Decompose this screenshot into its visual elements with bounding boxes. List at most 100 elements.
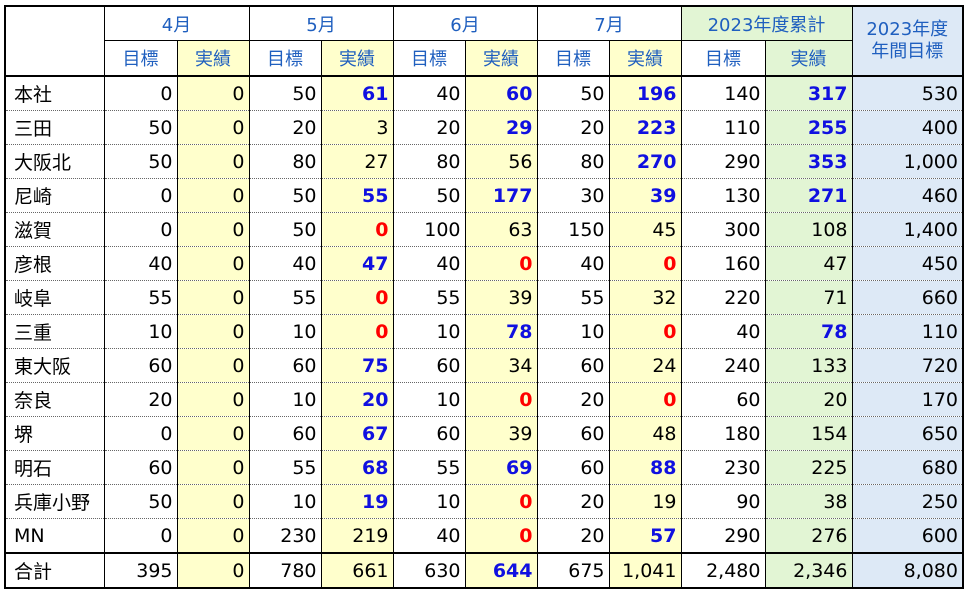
value-cell: 353 (764, 144, 852, 179)
table-row: 堺 0 0 60 67 60 39 60 48 180 154 650 (4, 416, 964, 451)
summary-table-container: 4月 5月 6月 7月 2023年度累計 2023年度 年間目標 目標 実績 目… (4, 5, 964, 589)
value-cell: 0 (176, 212, 249, 247)
value-cell: 8,080 (851, 552, 964, 589)
value-cell: 80 (248, 144, 321, 179)
value-cell: 0 (464, 518, 537, 553)
value-cell: 0 (176, 416, 249, 451)
value-cell: 20 (536, 484, 609, 519)
branch-name: 大阪北 (4, 144, 104, 179)
value-cell: 39 (464, 416, 537, 451)
value-cell: 270 (608, 144, 681, 179)
value-cell: 50 (248, 75, 321, 111)
value-cell: 0 (464, 246, 537, 281)
value-cell: 60 (536, 348, 609, 383)
value-cell: 55 (248, 450, 321, 485)
value-cell: 39 (464, 280, 537, 315)
value-cell: 675 (536, 552, 609, 589)
value-cell: 55 (392, 450, 465, 485)
value-cell: 130 (680, 178, 765, 213)
value-cell: 255 (764, 110, 852, 145)
value-cell: 20 (536, 518, 609, 553)
value-cell: 50 (248, 212, 321, 247)
value-cell: 180 (680, 416, 765, 451)
table-row: 彦根 40 0 40 47 40 0 40 0 160 47 450 (4, 246, 964, 281)
value-cell: 0 (103, 75, 177, 111)
value-cell: 19 (320, 484, 393, 519)
value-cell: 10 (103, 314, 177, 349)
value-cell: 0 (176, 314, 249, 349)
value-cell: 220 (680, 280, 765, 315)
annual-header-line1: 2023年度 (866, 19, 949, 40)
value-cell: 0 (320, 212, 393, 247)
branch-name: 明石 (4, 450, 104, 485)
value-cell: 250 (851, 484, 964, 519)
value-cell: 720 (851, 348, 964, 383)
value-cell: 395 (103, 552, 177, 589)
value-cell: 219 (320, 518, 393, 553)
value-cell: 100 (392, 212, 465, 247)
value-cell: 661 (320, 552, 393, 589)
value-cell: 20 (103, 382, 177, 417)
month-header: 5月 (248, 5, 393, 41)
value-cell: 60 (464, 75, 537, 111)
value-cell: 0 (103, 416, 177, 451)
value-cell: 50 (103, 484, 177, 519)
table-row: 岐阜 55 0 55 0 55 39 55 32 220 71 660 (4, 280, 964, 315)
value-cell: 2,346 (764, 552, 852, 589)
value-cell: 2,480 (680, 552, 765, 589)
value-cell: 230 (680, 450, 765, 485)
total-row: 合計 395 0 780 661 630 644 675 1,041 2,480 2,346 8,08… (4, 552, 964, 589)
value-cell: 0 (103, 178, 177, 213)
value-cell: 10 (392, 314, 465, 349)
value-cell: 160 (680, 246, 765, 281)
sales-target-table: 4月 5月 6月 7月 2023年度累計 2023年度 年間目標 目標 実績 目… (4, 5, 964, 589)
corner-cell (4, 5, 104, 77)
value-cell: 20 (392, 110, 465, 145)
value-cell: 40 (392, 246, 465, 281)
value-cell: 47 (320, 246, 393, 281)
table-row: 滋賀 0 0 50 0 100 63 150 45 300 108 1,400 (4, 212, 964, 247)
value-cell: 56 (464, 144, 537, 179)
value-cell: 110 (851, 314, 964, 349)
annual-header-line2: 年間目標 (871, 41, 944, 62)
value-cell: 30 (536, 178, 609, 213)
value-cell: 223 (608, 110, 681, 145)
value-cell: 27 (320, 144, 393, 179)
table-row: 明石 60 0 55 68 55 69 60 88 230 225 680 (4, 450, 964, 485)
value-cell: 0 (608, 314, 681, 349)
value-cell: 290 (680, 144, 765, 179)
value-cell: 240 (680, 348, 765, 383)
value-cell: 60 (392, 348, 465, 383)
value-cell: 0 (320, 314, 393, 349)
value-cell: 34 (464, 348, 537, 383)
branch-name: 本社 (4, 75, 104, 111)
value-cell: 0 (176, 450, 249, 485)
value-cell: 300 (680, 212, 765, 247)
value-cell: 644 (464, 552, 537, 589)
value-cell: 530 (851, 75, 964, 111)
actual-subheader: 実績 (764, 40, 852, 76)
value-cell: 32 (608, 280, 681, 315)
value-cell: 0 (103, 212, 177, 247)
value-cell: 0 (464, 382, 537, 417)
value-cell: 68 (320, 450, 393, 485)
target-subheader: 目標 (103, 40, 177, 76)
branch-name: 尼崎 (4, 178, 104, 213)
value-cell: 20 (248, 110, 321, 145)
value-cell: 67 (320, 416, 393, 451)
value-cell: 400 (851, 110, 964, 145)
value-cell: 680 (851, 450, 964, 485)
table-row: MN 0 0 230 219 40 0 20 57 290 276 600 (4, 518, 964, 553)
value-cell: 0 (176, 280, 249, 315)
value-cell: 20 (536, 110, 609, 145)
value-cell: 0 (176, 110, 249, 145)
value-cell: 0 (176, 144, 249, 179)
value-cell: 290 (680, 518, 765, 553)
value-cell: 225 (764, 450, 852, 485)
value-cell: 0 (176, 518, 249, 553)
value-cell: 196 (608, 75, 681, 111)
cumulative-header: 2023年度累計 (680, 5, 852, 41)
value-cell: 45 (608, 212, 681, 247)
value-cell: 50 (103, 144, 177, 179)
branch-name: 奈良 (4, 382, 104, 417)
